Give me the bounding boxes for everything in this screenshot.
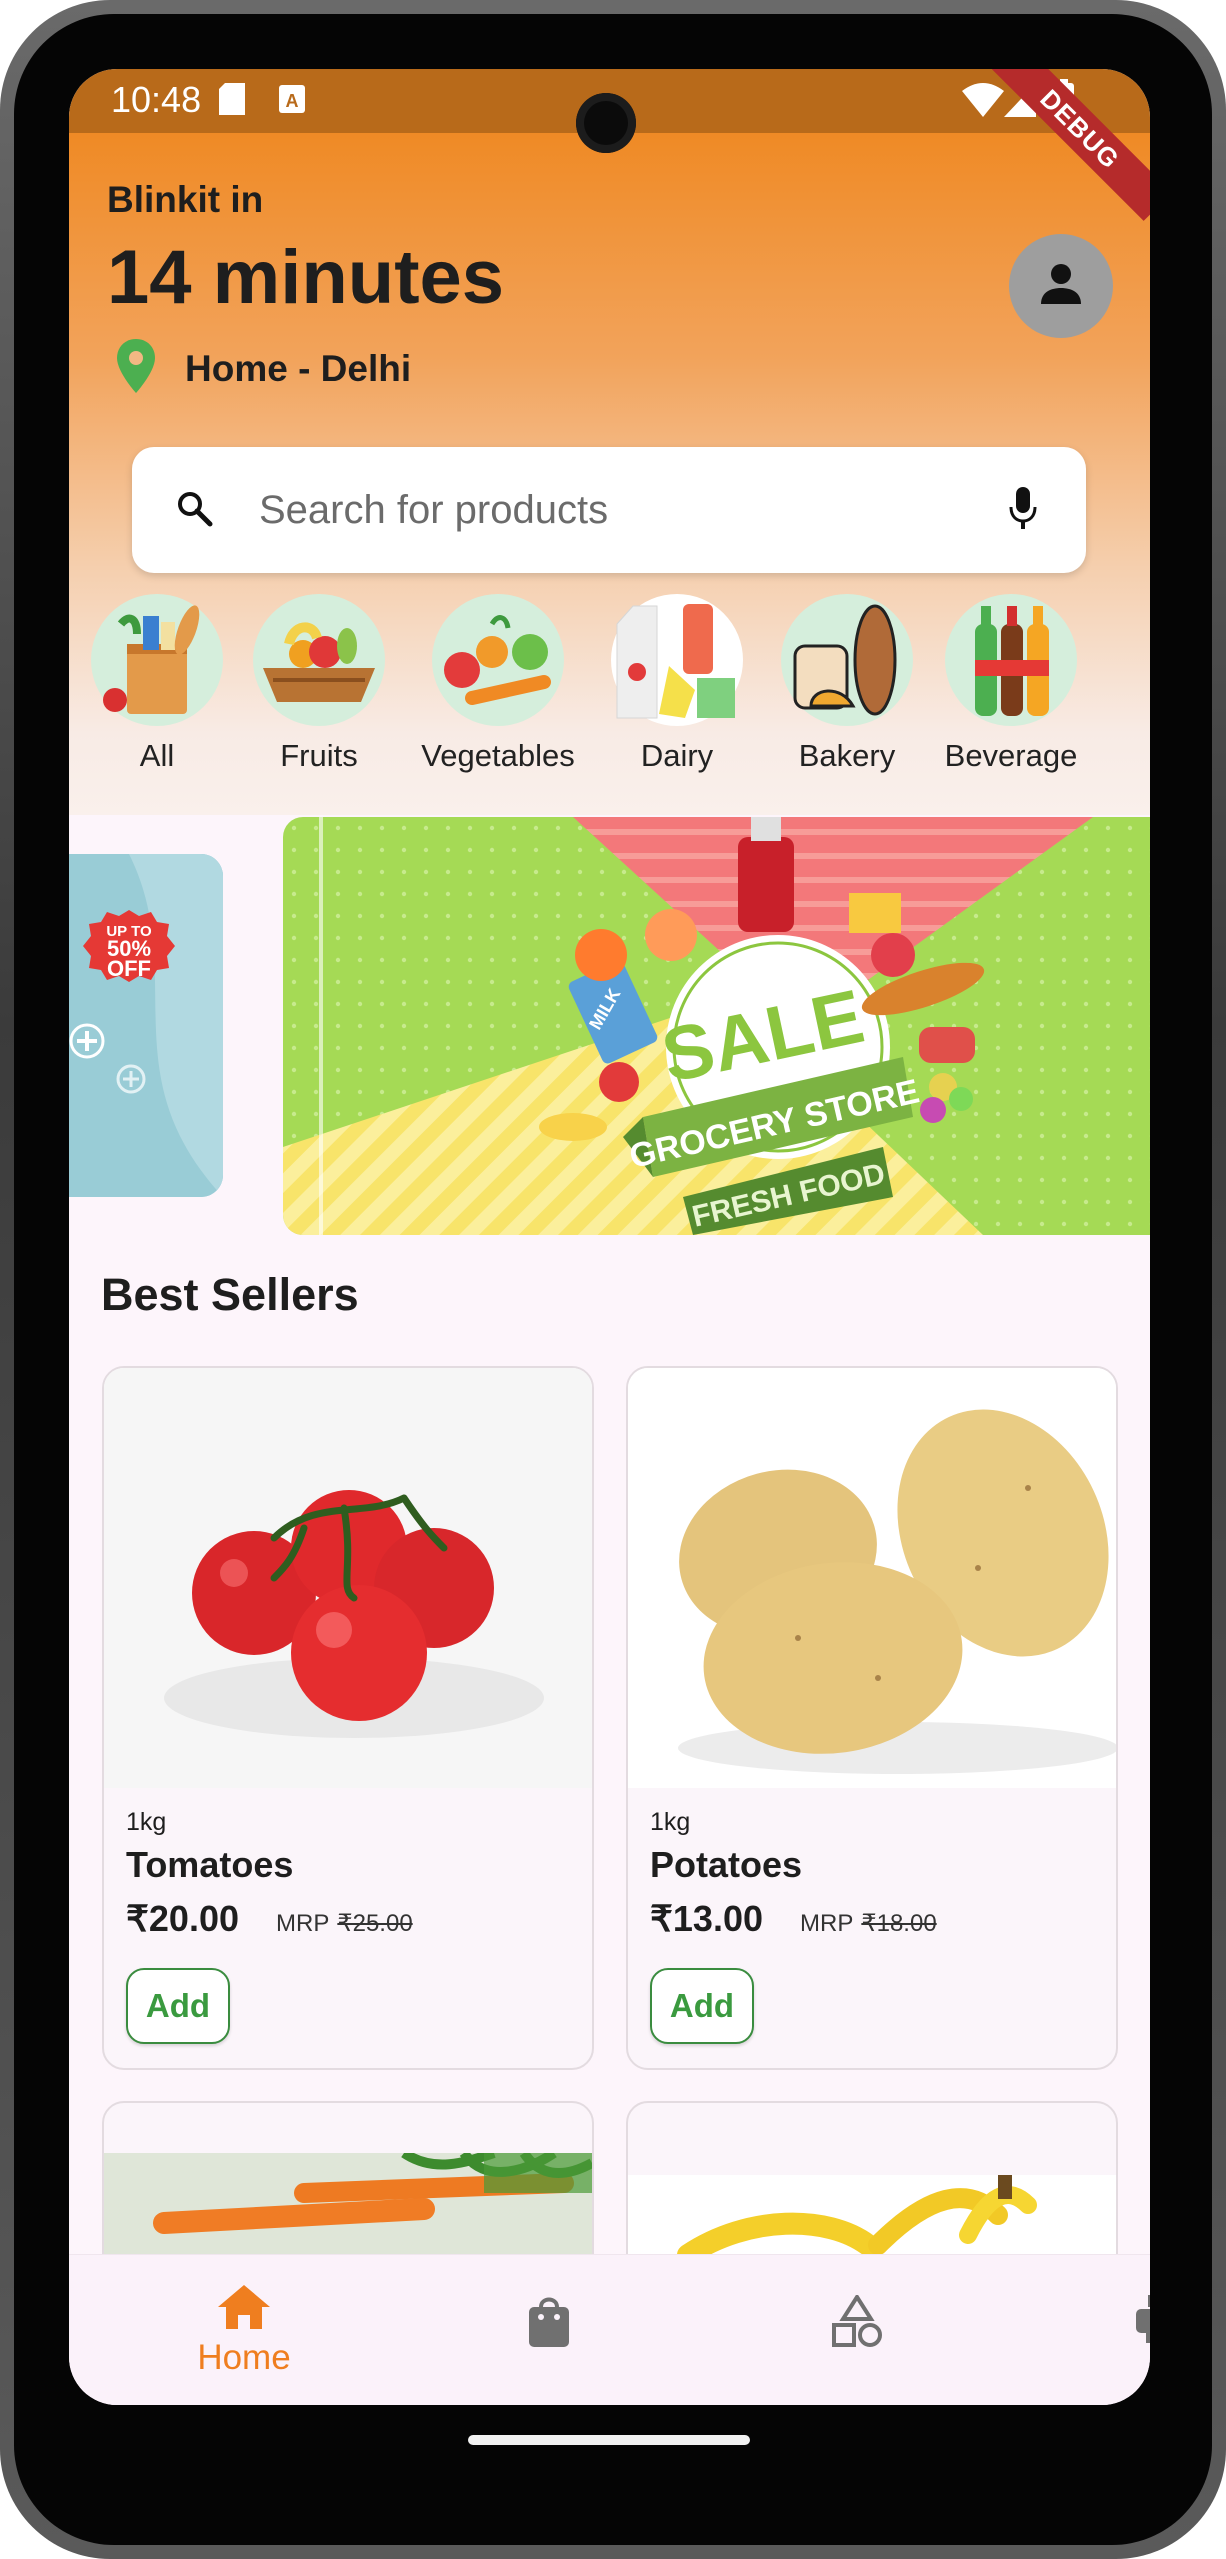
person-icon	[1039, 262, 1083, 311]
product-card-potatoes[interactable]: 1kg Potatoes ₹13.00 MRP ₹18.00 Add	[626, 1366, 1118, 2070]
delivery-location[interactable]: Home - Delhi	[117, 339, 411, 398]
nav-orders[interactable]	[414, 2255, 684, 2405]
product-image-tomatoes	[104, 1368, 592, 1788]
location-label: Home - Delhi	[185, 347, 412, 389]
category-vegetables[interactable]: Vegetables	[413, 594, 583, 774]
gesture-home-indicator[interactable]	[468, 2435, 750, 2445]
product-card-tomatoes[interactable]: 1kg Tomatoes ₹20.00 MRP ₹25.00 Add	[102, 1366, 594, 2070]
product-name: Tomatoes	[126, 1844, 294, 1885]
vegetables-icon	[432, 594, 564, 726]
mrp-label: MRP	[276, 1910, 330, 1937]
mrp-label: MRP	[800, 1910, 854, 1937]
mrp-value: ₹18.00	[861, 1910, 937, 1937]
bread-icon	[781, 594, 913, 726]
category-fruits[interactable]: Fruits	[234, 594, 404, 774]
product-mrp: MRP ₹18.00	[800, 1909, 937, 1938]
promo-banner-grocery-sale[interactable]: MILK SALE GROCERY STORE FRESH FOOD	[283, 817, 1150, 1235]
category-dairy[interactable]: Dairy	[592, 594, 762, 774]
app-screen: 10:48 A DEBUG Blinkit in 14 minutes Home…	[69, 69, 1150, 2405]
category-beverage[interactable]: Beverage	[926, 594, 1096, 774]
mrp-value: ₹25.00	[337, 1910, 413, 1937]
add-to-cart-button[interactable]: Add	[650, 1968, 754, 2044]
search-input[interactable]: Search for products	[259, 488, 608, 533]
promo-badge-line3: OFF	[107, 956, 151, 981]
add-to-cart-button[interactable]: Add	[126, 1968, 230, 2044]
category-label: Vegetables	[421, 738, 575, 773]
category-label: Fruits	[280, 738, 358, 773]
printer-icon	[1136, 2295, 1150, 2348]
keyboard-a-icon: A	[279, 85, 305, 118]
category-label: All	[139, 738, 175, 773]
nav-home-label: Home	[197, 2338, 291, 2377]
wifi-icon	[962, 83, 1004, 122]
location-pin-icon	[117, 339, 155, 398]
category-label: Beverage	[944, 738, 1078, 773]
product-weight: 1kg	[650, 1808, 691, 1836]
category-row: All Fruits Vegetables Dairy Bakery Bever…	[69, 594, 1150, 774]
categories-shapes-icon	[831, 2293, 883, 2352]
product-image-potatoes	[628, 1368, 1116, 1788]
bottles-icon	[945, 594, 1077, 726]
product-name: Potatoes	[650, 1844, 803, 1885]
promo-banner-previous[interactable]: UP TO 50% OFF	[69, 854, 223, 1197]
status-time: 10:48	[111, 79, 202, 120]
nav-print[interactable]	[1029, 2255, 1150, 2405]
svg-text:A: A	[286, 91, 299, 111]
nav-categories[interactable]	[722, 2255, 992, 2405]
delivery-eta: 14 minutes	[107, 235, 505, 320]
microphone-icon[interactable]	[1008, 485, 1038, 538]
bottom-navigation: Home	[69, 2254, 1150, 2405]
shopping-bag-icon	[527, 2295, 571, 2352]
category-label: Bakery	[798, 738, 896, 773]
delivery-brand-line: Blinkit in	[107, 179, 264, 220]
fruit-basket-icon	[253, 594, 385, 726]
category-all[interactable]: All	[72, 594, 242, 774]
category-bakery[interactable]: Bakery	[762, 594, 932, 774]
product-price: ₹20.00	[126, 1898, 239, 1939]
product-weight: 1kg	[126, 1808, 167, 1836]
search-icon	[175, 489, 215, 534]
nav-home[interactable]: Home	[109, 2255, 379, 2405]
category-label: Dairy	[640, 738, 714, 773]
profile-avatar-button[interactable]	[1009, 234, 1113, 338]
product-mrp: MRP ₹25.00	[276, 1909, 413, 1938]
search-bar[interactable]: Search for products	[132, 447, 1086, 573]
dairy-icon	[611, 594, 743, 726]
sd-card-icon	[219, 83, 245, 120]
product-price: ₹13.00	[650, 1898, 763, 1939]
home-icon	[218, 2285, 270, 2334]
grocery-bag-icon	[91, 594, 223, 726]
best-sellers-title: Best Sellers	[101, 1269, 359, 1320]
front-camera	[576, 93, 636, 153]
